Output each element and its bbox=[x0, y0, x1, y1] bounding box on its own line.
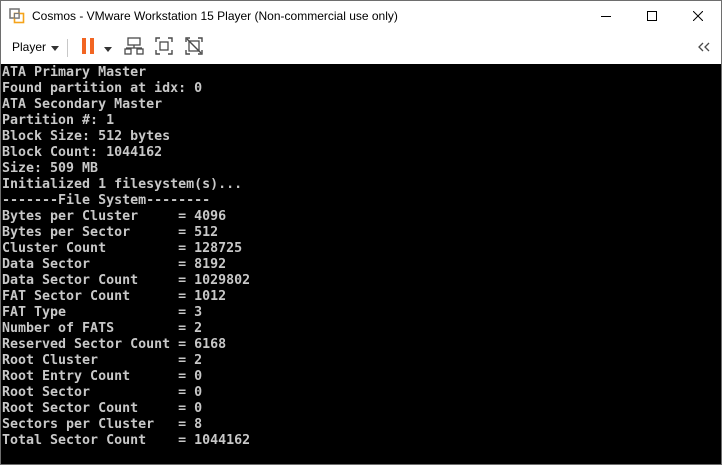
console-line: Bytes per Sector = 512 bbox=[2, 225, 219, 240]
vmware-player-window: Cosmos - VMware Workstation 15 Player (N… bbox=[0, 0, 722, 465]
double-chevron-left-icon bbox=[697, 39, 711, 57]
full-screen-button[interactable] bbox=[153, 36, 175, 60]
console-line: Number of FATS = 2 bbox=[2, 321, 203, 336]
console-line: Found partition at idx: 0 bbox=[2, 81, 203, 96]
fullscreen-icon bbox=[155, 36, 173, 60]
toolbar-separator bbox=[67, 39, 68, 57]
guest-console-screen[interactable]: ATA Primary Master Found partition at idx… bbox=[1, 64, 721, 464]
console-line: Initialized 1 filesystem(s)... bbox=[2, 177, 243, 192]
console-line: Sectors per Cluster = 8 bbox=[2, 417, 203, 432]
show-library-button[interactable] bbox=[695, 37, 713, 59]
console-line: Root Sector = 0 bbox=[2, 385, 203, 400]
console-line: FAT Sector Count = 1012 bbox=[2, 289, 227, 304]
console-line: Block Size: 512 bytes bbox=[2, 129, 171, 144]
window-title: Cosmos - VMware Workstation 15 Player (N… bbox=[32, 9, 398, 23]
console-line: Cluster Count = 128725 bbox=[2, 241, 243, 256]
console-line: Reserved Sector Count = 6168 bbox=[2, 337, 227, 352]
console-line: Block Count: 1044162 bbox=[2, 145, 163, 160]
network-computer-icon bbox=[124, 36, 144, 60]
console-line: Root Entry Count = 0 bbox=[2, 369, 203, 384]
maximize-icon bbox=[647, 8, 657, 26]
close-icon bbox=[692, 8, 704, 26]
pause-icon bbox=[81, 37, 95, 59]
power-options-dropdown[interactable] bbox=[101, 37, 115, 59]
console-line: Root Cluster = 2 bbox=[2, 353, 203, 368]
player-menu-label: Player bbox=[12, 40, 47, 54]
console-line: Size: 509 MB bbox=[2, 161, 99, 176]
console-line: Data Sector Count = 1029802 bbox=[2, 273, 251, 288]
unity-mode-icon bbox=[185, 36, 203, 60]
maximize-button[interactable] bbox=[629, 1, 675, 32]
chevron-down-icon bbox=[104, 39, 112, 57]
console-output: ATA Primary Master Found partition at idx… bbox=[2, 65, 250, 449]
console-line: Total Sector Count = 1044162 bbox=[2, 433, 251, 448]
player-toolbar: Player bbox=[1, 32, 721, 64]
console-line: -------File System-------- bbox=[2, 193, 211, 208]
console-line: Bytes per Cluster = 4096 bbox=[2, 209, 227, 224]
pause-button[interactable] bbox=[80, 37, 96, 59]
send-ctrl-alt-del-button[interactable] bbox=[123, 36, 145, 60]
console-line: FAT Type = 3 bbox=[2, 305, 203, 320]
unity-button[interactable] bbox=[183, 36, 205, 60]
chevron-down-icon bbox=[51, 40, 60, 54]
console-line: Root Sector Count = 0 bbox=[2, 401, 203, 416]
console-line: ATA Secondary Master bbox=[2, 97, 163, 112]
minimize-button[interactable] bbox=[583, 1, 629, 32]
vmware-logo-icon bbox=[9, 8, 25, 24]
console-line: ATA Primary Master bbox=[2, 65, 147, 80]
close-button[interactable] bbox=[675, 1, 721, 32]
title-bar[interactable]: Cosmos - VMware Workstation 15 Player (N… bbox=[1, 1, 721, 32]
console-line: Data Sector = 8192 bbox=[2, 257, 227, 272]
player-menu-button[interactable]: Player bbox=[12, 40, 60, 54]
console-line: Partition #: 1 bbox=[2, 113, 115, 128]
minimize-icon bbox=[601, 8, 611, 26]
